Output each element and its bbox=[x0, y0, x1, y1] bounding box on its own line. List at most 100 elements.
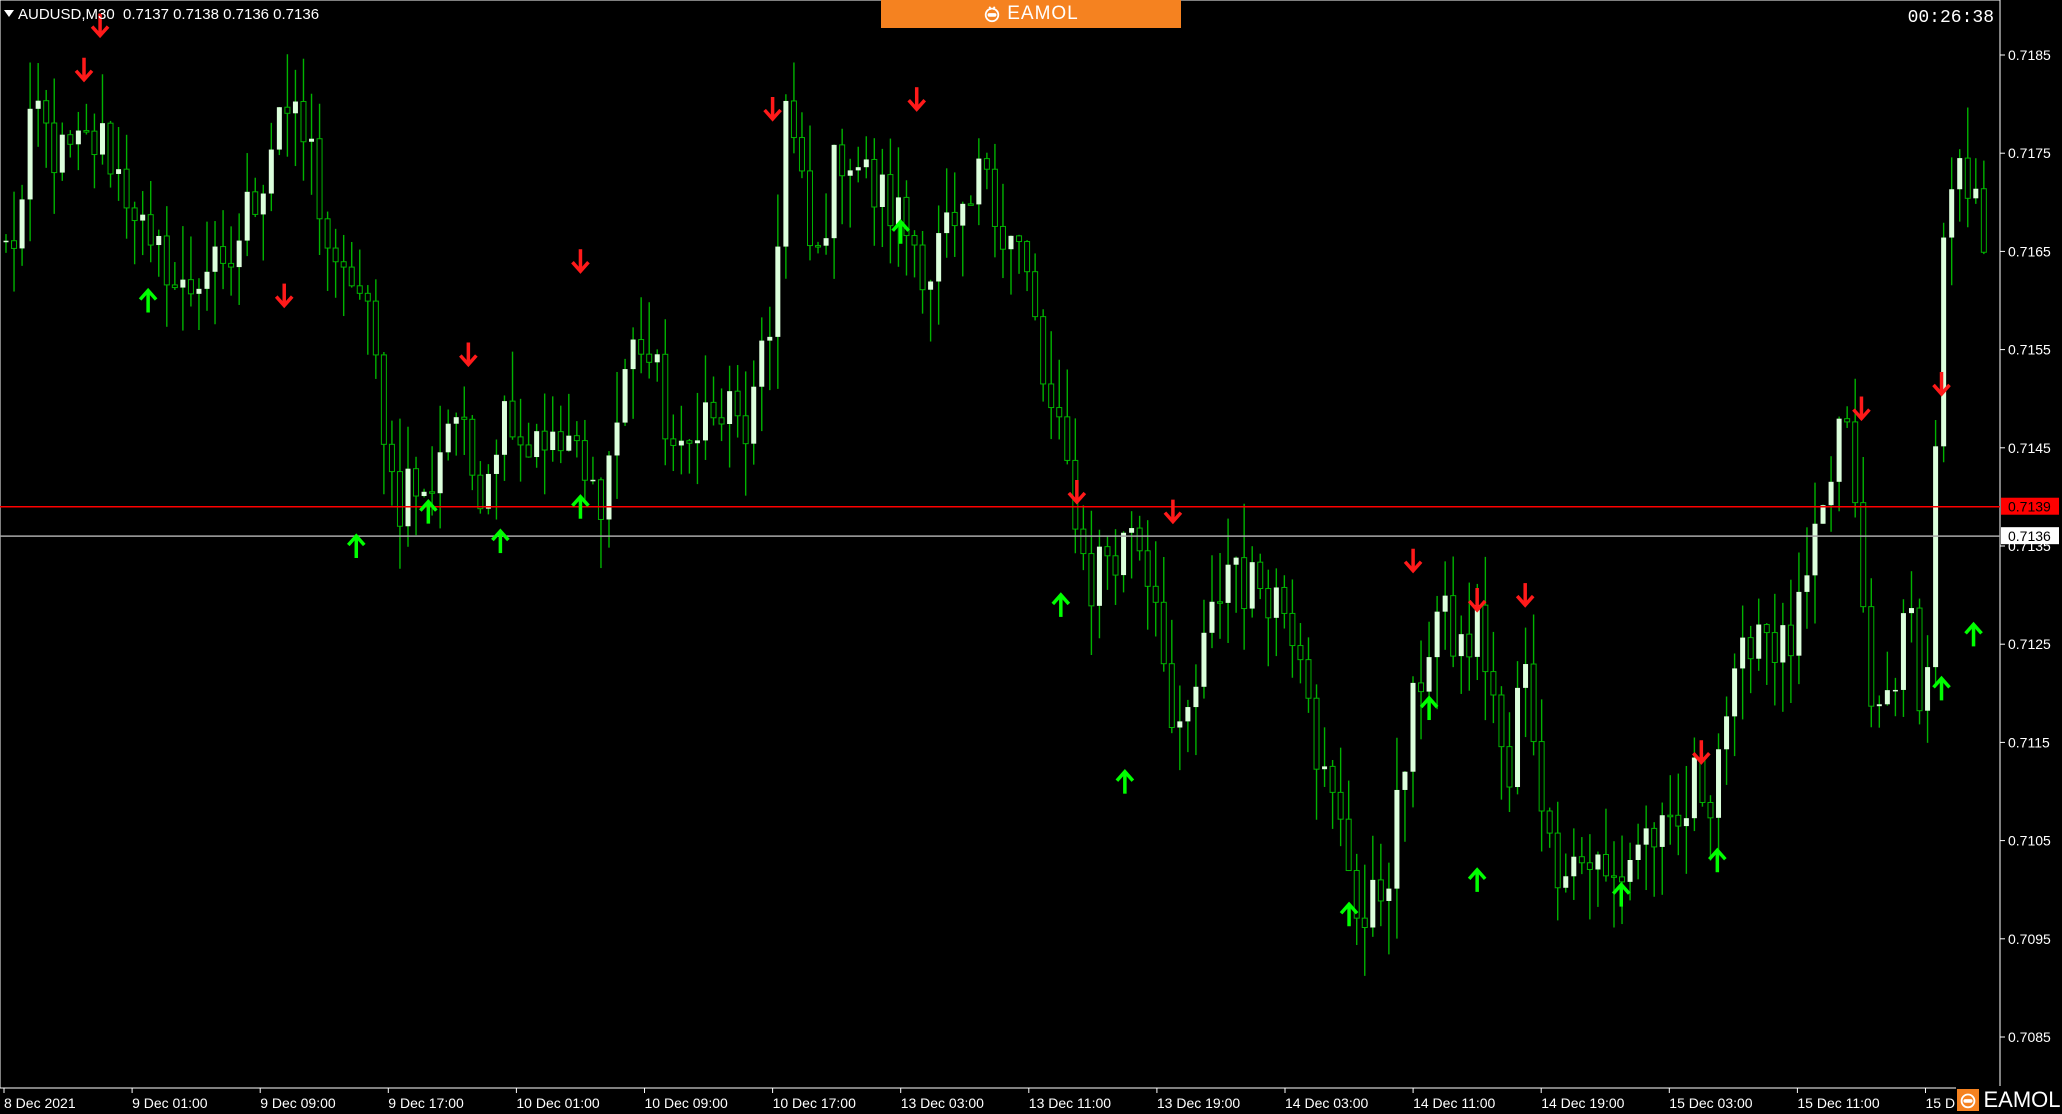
candle-body bbox=[107, 122, 114, 175]
candle-body bbox=[1611, 875, 1617, 878]
candle-body bbox=[1040, 316, 1047, 385]
sell-arrow-icon bbox=[907, 87, 927, 112]
candle-body bbox=[1780, 625, 1786, 663]
candle-body bbox=[525, 444, 532, 458]
candle-body bbox=[1225, 564, 1231, 603]
candle-body bbox=[1217, 601, 1224, 604]
candle-body bbox=[1032, 271, 1039, 318]
x-tick-label: 8 Dec 2021 bbox=[4, 1095, 76, 1111]
candle-body bbox=[1812, 523, 1818, 576]
buy-arrow-icon bbox=[1611, 881, 1631, 907]
sell-arrow-icon bbox=[571, 249, 590, 274]
candle-body bbox=[292, 101, 298, 114]
x-tick-label: 14 Dec 03:00 bbox=[1285, 1095, 1368, 1111]
candle-body bbox=[461, 416, 468, 420]
y-tick-label: 0.7085 bbox=[2008, 1029, 2051, 1045]
candle-body bbox=[212, 246, 218, 272]
candle-body bbox=[260, 193, 266, 215]
candle-body bbox=[19, 199, 25, 249]
price-lines-layer bbox=[0, 505, 2000, 537]
candle-body bbox=[236, 240, 242, 268]
candle-body bbox=[622, 369, 628, 423]
candle-body bbox=[534, 431, 540, 458]
ask-price-label: 0.7136 bbox=[2008, 528, 2051, 544]
candle-body bbox=[244, 191, 250, 241]
price-chart[interactable]: 0.71850.71750.71650.71550.71450.71350.71… bbox=[0, 0, 2062, 1114]
candle-body bbox=[429, 491, 436, 494]
candle-body bbox=[1289, 612, 1296, 647]
candle-body bbox=[252, 191, 259, 215]
candle-body bbox=[83, 130, 90, 133]
candle-body bbox=[1506, 746, 1513, 788]
candle-body bbox=[501, 401, 507, 455]
candle-body bbox=[718, 417, 725, 425]
candle-body bbox=[1377, 879, 1384, 902]
y-tick-label: 0.7115 bbox=[2008, 734, 2050, 750]
candle-body bbox=[1787, 624, 1794, 657]
candle-body bbox=[1523, 664, 1529, 688]
y-tick-label: 0.7155 bbox=[2008, 342, 2051, 358]
candle-body bbox=[1281, 586, 1288, 614]
candle-body bbox=[1209, 601, 1215, 633]
candle-body bbox=[316, 138, 323, 220]
candle-body bbox=[1852, 421, 1859, 504]
candle-body bbox=[702, 402, 708, 441]
y-tick-label: 0.7125 bbox=[2008, 636, 2051, 652]
candle-body bbox=[1892, 689, 1898, 692]
bid-price-label: 0.7139 bbox=[2008, 499, 2051, 515]
candle-body bbox=[1394, 789, 1400, 889]
candle-body bbox=[1305, 659, 1312, 699]
sell-arrow-icon bbox=[1163, 499, 1183, 525]
candle-body bbox=[936, 233, 942, 282]
candle-body bbox=[1096, 546, 1102, 606]
candle-body bbox=[638, 339, 645, 355]
candle-body bbox=[1868, 606, 1875, 707]
sell-arrow-icon bbox=[74, 57, 94, 83]
candle-body bbox=[839, 144, 846, 177]
candle-body bbox=[421, 491, 427, 497]
candle-body bbox=[437, 452, 443, 494]
candle-body bbox=[775, 246, 781, 337]
candle-body bbox=[1900, 613, 1906, 690]
candle-body bbox=[1916, 607, 1923, 712]
candle-body bbox=[1820, 505, 1826, 524]
candle-body bbox=[1418, 682, 1425, 693]
buy-arrow-icon bbox=[419, 498, 438, 524]
dropdown-triangle-icon[interactable] bbox=[4, 10, 14, 17]
candle-body bbox=[11, 240, 18, 249]
candle-body bbox=[1602, 854, 1609, 877]
sell-arrow-icon bbox=[1067, 479, 1087, 505]
candle-body bbox=[1964, 157, 1971, 199]
candle-body bbox=[1691, 757, 1697, 819]
candle-body bbox=[662, 353, 669, 440]
candle-body bbox=[1949, 189, 1955, 238]
candle-body bbox=[1844, 418, 1851, 423]
candle-body bbox=[855, 167, 861, 171]
candle-body bbox=[1980, 188, 1987, 253]
chart-header: AUDUSD,M30 0.7137 0.7138 0.7136 0.7136 bbox=[4, 6, 319, 23]
candle-body bbox=[380, 354, 387, 445]
candle-body bbox=[35, 100, 41, 109]
candle-body bbox=[324, 218, 331, 249]
buy-arrow-icon bbox=[1419, 695, 1439, 721]
candle-body bbox=[493, 454, 499, 474]
candles-layer bbox=[3, 54, 1987, 976]
candle-body bbox=[566, 435, 572, 451]
candle-body bbox=[1450, 595, 1457, 657]
candle-body bbox=[196, 288, 202, 294]
candle-body bbox=[1241, 557, 1248, 610]
time-axis: 8 Dec 2021 9 Dec 01:00 9 Dec 09:00 9 Dec 17… bbox=[3, 1088, 1955, 1111]
sell-arrow-icon bbox=[763, 97, 782, 122]
candle-body bbox=[1957, 158, 1963, 190]
candle-body bbox=[871, 158, 878, 208]
candle-body bbox=[1884, 690, 1890, 705]
candle-body bbox=[91, 130, 98, 156]
candle-body bbox=[1747, 637, 1754, 660]
candle-body bbox=[1168, 663, 1175, 728]
candle-timer: 00:26:38 bbox=[1907, 8, 1994, 28]
candle-body bbox=[348, 266, 355, 287]
candle-body bbox=[1490, 671, 1497, 696]
candle-body bbox=[919, 244, 926, 291]
buy-arrow-icon bbox=[1708, 847, 1727, 873]
candle-body bbox=[1667, 814, 1674, 818]
